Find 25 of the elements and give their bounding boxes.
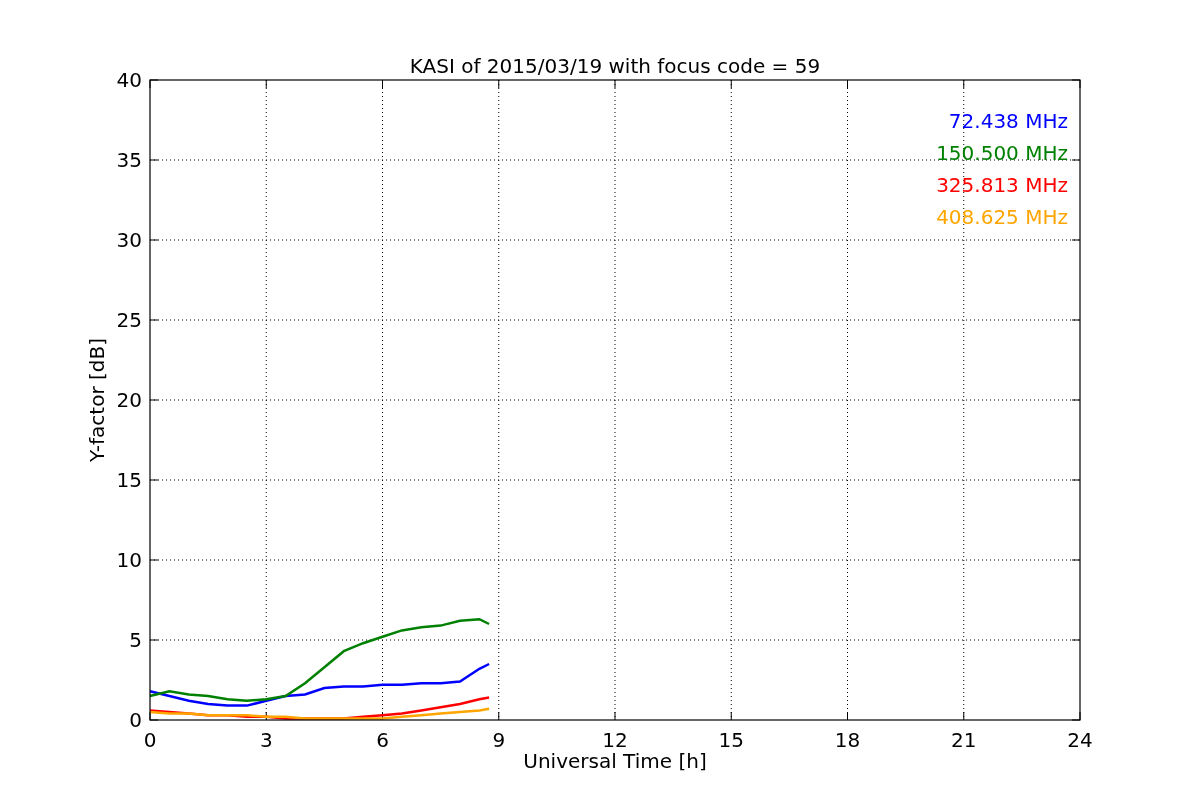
y-axis-label: Y-factor [dB]: [85, 338, 109, 462]
tick-label: 10: [116, 548, 142, 572]
legend-label: 150.500 MHz: [936, 141, 1068, 165]
tick-label: 3: [259, 728, 273, 752]
tick-label: 35: [116, 148, 142, 172]
tick-label: 0: [143, 728, 157, 752]
tick-label: 25: [116, 308, 142, 332]
tick-label: 5: [129, 628, 142, 652]
tick-label: 21: [951, 728, 977, 752]
legend-label: 408.625 MHz: [936, 205, 1068, 229]
tick-label: 40: [116, 68, 142, 92]
tick-label: 0: [129, 708, 142, 732]
tick-label: 6: [376, 728, 389, 752]
x-axis-label: Universal Time [h]: [523, 749, 707, 773]
tick-label: 30: [116, 228, 142, 252]
chart-title: KASI of 2015/03/19 with focus code = 59: [409, 54, 821, 78]
tick-label: 9: [492, 728, 506, 752]
tick-label: 24: [1067, 728, 1093, 752]
tick-label: 12: [602, 728, 628, 752]
tick-label: 18: [834, 728, 861, 752]
legend-label: 325.813 MHz: [936, 173, 1068, 197]
tick-label: 15: [116, 468, 142, 492]
tick-label: 20: [116, 388, 142, 412]
legend-label: 72.438 MHz: [948, 109, 1068, 133]
tick-label: 15: [718, 728, 744, 752]
